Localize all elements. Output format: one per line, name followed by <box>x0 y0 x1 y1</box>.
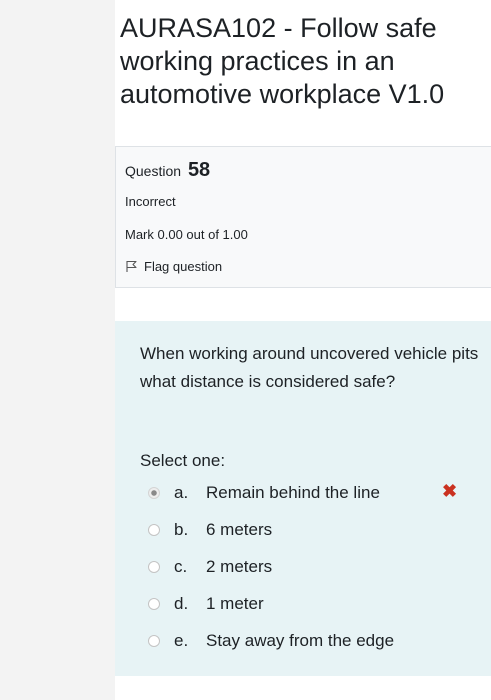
answer-option-c[interactable]: c. 2 meters <box>148 555 478 579</box>
question-info-box: Question 58 Incorrect Mark 0.00 out of 1… <box>115 146 491 288</box>
answer-letter: c. <box>174 557 188 576</box>
flag-question-link[interactable]: Flag question <box>125 259 222 274</box>
answer-letter: a. <box>174 483 189 502</box>
answer-option-b[interactable]: b. 6 meters <box>148 518 478 542</box>
answer-letter: d. <box>174 594 189 613</box>
question-header: Question 58 <box>125 159 210 182</box>
radio-button[interactable] <box>148 635 160 647</box>
flag-question-label: Flag question <box>144 259 223 274</box>
question-state: Incorrect <box>125 194 176 209</box>
answer-letter: e. <box>174 631 189 650</box>
radio-button[interactable] <box>148 524 160 536</box>
answer-text: Stay away from the edge <box>206 631 395 650</box>
question-label: Question <box>125 163 182 179</box>
question-number: 58 <box>187 159 211 181</box>
question-content: When working around uncovered vehicle pi… <box>115 321 491 676</box>
page-title: AURASA102 - Follow safe working practice… <box>120 13 445 109</box>
left-margin-strip <box>0 0 115 700</box>
question-grade: Mark 0.00 out of 1.00 <box>125 227 248 242</box>
radio-button[interactable] <box>148 561 160 573</box>
answer-text: Remain behind the line <box>206 483 380 502</box>
question-text: When working around uncovered vehicle pi… <box>140 344 479 391</box>
answer-text: 1 meter <box>206 594 264 613</box>
incorrect-x-icon: ✖ <box>442 481 458 501</box>
answer-text: 2 meters <box>206 557 273 576</box>
answer-option-d[interactable]: d. 1 meter <box>148 592 478 616</box>
answer-text: 6 meters <box>206 520 273 539</box>
radio-button[interactable] <box>148 598 160 610</box>
answer-option-e[interactable]: e. Stay away from the edge <box>148 629 478 653</box>
select-one-prompt: Select one: <box>140 451 226 470</box>
radio-button-selected[interactable] <box>148 487 160 499</box>
flag-icon <box>125 260 138 273</box>
answer-letter: b. <box>174 520 189 539</box>
answer-option-a[interactable]: a. Remain behind the line <box>148 481 478 505</box>
